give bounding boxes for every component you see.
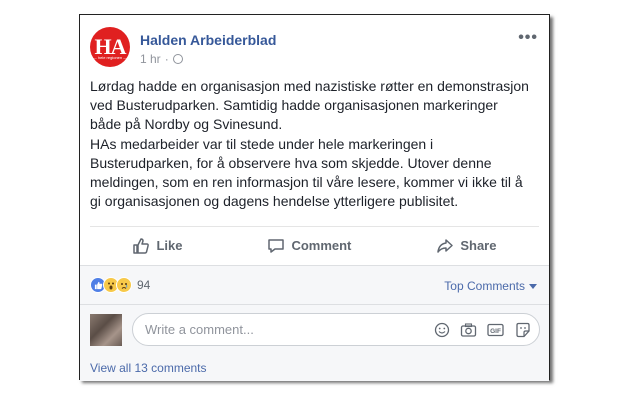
globe-icon <box>172 54 183 64</box>
page-avatar[interactable]: HA — hele regionen — <box>90 27 130 67</box>
sad-icon <box>116 277 132 293</box>
reactions-bar: 94 Top Comments <box>80 266 549 304</box>
post-paragraph: Lørdag hadde en organisasjon med nazisti… <box>90 78 529 133</box>
like-button[interactable]: Like <box>132 237 182 255</box>
chevron-down-icon <box>529 283 537 289</box>
meta-separator: · <box>164 52 169 66</box>
user-avatar[interactable] <box>90 314 122 346</box>
view-all-comments-link[interactable]: View all 13 comments <box>90 361 207 375</box>
like-label: Like <box>156 238 183 253</box>
share-label: Share <box>460 238 497 253</box>
post-paragraph: HAs medarbeider var til stede under hele… <box>90 135 523 210</box>
comment-label: Comment <box>291 238 352 253</box>
reaction-summary[interactable]: 94 <box>90 277 150 293</box>
post-meta: 1 hr · <box>140 52 183 66</box>
thumbs-up-icon <box>133 237 150 254</box>
comment-input[interactable] <box>143 321 427 338</box>
share-icon <box>437 238 454 253</box>
reaction-count[interactable]: 94 <box>137 278 150 292</box>
page-name-link[interactable]: Halden Arbeiderblad <box>140 32 276 48</box>
gif-icon[interactable]: GIF <box>487 321 504 338</box>
comment-area: GIF View all 13 comments <box>80 305 549 381</box>
emoji-icon[interactable] <box>433 321 450 338</box>
more-options-icon[interactable]: ••• <box>518 29 538 47</box>
share-button[interactable]: Share <box>436 237 496 255</box>
composer-icons: GIF <box>423 321 531 338</box>
post-timestamp[interactable]: 1 hr <box>140 52 161 66</box>
comment-button[interactable]: Comment <box>267 237 351 255</box>
post-body: Lørdag hadde en organisasjon med nazisti… <box>90 77 545 211</box>
camera-icon[interactable] <box>460 321 477 338</box>
gif-icon-text: GIF <box>490 328 501 335</box>
comment-composer[interactable]: GIF <box>132 313 540 346</box>
top-comments-dropdown[interactable]: Top Comments <box>444 279 537 293</box>
sticker-icon[interactable] <box>514 321 531 338</box>
post-actions: Like Comment Share <box>90 227 539 264</box>
top-comments-label: Top Comments <box>444 279 525 293</box>
comment-icon <box>268 238 285 253</box>
post-header: HA — hele regionen — Halden Arbeiderblad… <box>90 27 540 71</box>
avatar-logo-subtext: — hele regionen — <box>92 55 128 60</box>
post-card: HA — hele regionen — Halden Arbeiderblad… <box>79 14 550 381</box>
